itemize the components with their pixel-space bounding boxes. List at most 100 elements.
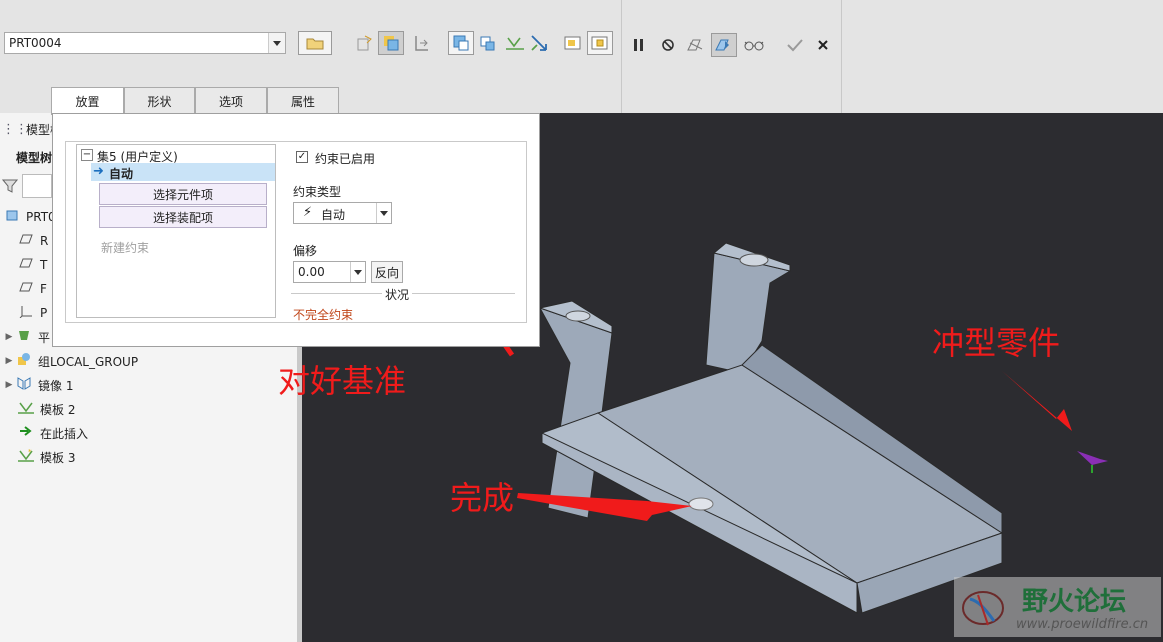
- confirm-button[interactable]: [782, 33, 808, 57]
- model-tree-subtitle: 模型树: [16, 150, 53, 165]
- glasses-button[interactable]: [741, 33, 767, 57]
- constraint-type-value: 自动: [321, 208, 346, 222]
- expand-icon[interactable]: ▶: [4, 332, 14, 342]
- tree-item-label: R: [40, 234, 49, 248]
- tree-item[interactable]: ▶ 组LOCAL_GROUP: [4, 350, 138, 372]
- pause-button[interactable]: [626, 33, 652, 57]
- watermark-logo: 野火论坛 www.proewildfire.cn: [954, 577, 1161, 637]
- tree-item[interactable]: ▶ 平: [4, 326, 50, 348]
- reverse-button[interactable]: 反向: [371, 261, 403, 283]
- offset-input[interactable]: 0.00: [293, 261, 366, 283]
- open-folder-icon: [306, 38, 324, 50]
- placement-button[interactable]: [352, 31, 378, 55]
- datum-plane-button[interactable]: [474, 31, 500, 55]
- preview-button[interactable]: [683, 33, 709, 57]
- chevron-down-icon[interactable]: [350, 262, 365, 282]
- constraint-auto-label: 自动: [109, 167, 134, 181]
- tree-item-label: 在此插入: [40, 426, 89, 441]
- watermark-url: www.proewildfire.cn: [1016, 617, 1149, 632]
- select-assembly-item[interactable]: 选择装配项: [99, 206, 267, 228]
- status-value: 不完全约束: [293, 308, 354, 322]
- arrow-to-punch-part: [1002, 371, 1072, 431]
- expand-icon[interactable]: ▶: [4, 356, 14, 366]
- constraint-enabled-label: 约束已启用: [315, 152, 376, 166]
- lightning-icon: ⚡: [303, 205, 313, 220]
- tree-item-label: 组LOCAL_GROUP: [38, 354, 139, 369]
- tree-item[interactable]: ▶ 镜像 1: [4, 374, 73, 396]
- verify-icon: [715, 39, 729, 51]
- window-button[interactable]: [560, 31, 586, 55]
- tree-item-insert-here[interactable]: 在此插入: [16, 422, 88, 444]
- constraint-type-label: 约束类型: [293, 185, 342, 199]
- tree-item-label: T: [40, 258, 48, 272]
- model-select-value: PRT0004: [9, 36, 62, 50]
- status-label: 状况: [382, 286, 413, 303]
- component-window-button[interactable]: [378, 31, 404, 55]
- frame-button[interactable]: [587, 31, 613, 55]
- arrow-drag-button[interactable]: [526, 31, 552, 55]
- expand-icon[interactable]: ▶: [4, 380, 14, 390]
- datum-plane-icon: [16, 233, 36, 249]
- offset-label: 偏移: [293, 244, 318, 258]
- chevron-down-icon[interactable]: [268, 33, 285, 53]
- new-constraint-link[interactable]: 新建约束: [101, 239, 149, 256]
- tree-item[interactable]: F: [16, 278, 47, 300]
- watermark-site-name: 野火论坛: [1022, 587, 1127, 617]
- annotation-align-datum: 对好基准: [278, 362, 407, 400]
- frame-icon: [591, 36, 608, 50]
- tree-item-label: 平: [38, 330, 51, 345]
- tab-properties[interactable]: 属性: [267, 87, 339, 114]
- offset-value: 0.00: [298, 265, 325, 279]
- tree-item[interactable]: P: [16, 302, 47, 324]
- constraint-list: − 集5 (用户定义) ➜ 自动 选择元件项 选择装配项 新建约束: [76, 144, 276, 318]
- tree-item[interactable]: R: [16, 230, 48, 252]
- datum-show-icon: [453, 35, 469, 51]
- sheetmetal-wall-icon: [14, 328, 34, 346]
- placement-panel: − 集5 (用户定义) ➜ 自动 选择元件项 选择装配项 新建约束 ✓ 约束已启…: [52, 113, 540, 347]
- flip-button[interactable]: [408, 31, 434, 55]
- check-icon: [787, 39, 803, 52]
- tab-placement[interactable]: 放置: [51, 87, 124, 115]
- flip-icon: [415, 36, 428, 51]
- constraint-type-select[interactable]: ⚡ 自动: [293, 202, 392, 224]
- tree-item[interactable]: 模板 2: [16, 398, 75, 420]
- cancel-button[interactable]: [810, 33, 836, 57]
- constraint-enabled-checkbox[interactable]: ✓: [296, 151, 308, 163]
- template-form-icon: [16, 400, 36, 418]
- tree-item[interactable]: T: [16, 254, 47, 276]
- constraint-auto-row[interactable]: ➜ 自动: [91, 163, 275, 181]
- annotation-punch-part: 冲型零件: [932, 324, 1061, 362]
- stop-button[interactable]: [655, 33, 681, 57]
- sheetmetal-icon: [506, 37, 524, 50]
- annotation-done: 完成: [450, 479, 515, 517]
- part-icon: [2, 208, 22, 226]
- open-folder-button[interactable]: [298, 31, 332, 55]
- preview-icon: [687, 39, 703, 51]
- datum-show-button[interactable]: [448, 31, 474, 55]
- tree-filter[interactable]: [2, 174, 52, 198]
- model-tree-subheader: 模型树: [16, 146, 52, 168]
- tab-options[interactable]: 选项: [195, 87, 267, 114]
- svg-text:*: *: [28, 448, 32, 456]
- collapse-icon[interactable]: −: [81, 149, 93, 161]
- tree-filter-input[interactable]: [22, 174, 52, 198]
- sheetmetal-button[interactable]: [502, 31, 528, 55]
- tree-item-label: 模板 3: [40, 450, 76, 465]
- filter-icon: [2, 179, 18, 193]
- chevron-down-icon[interactable]: [376, 203, 391, 223]
- tree-item-label: 模板 2: [40, 402, 76, 417]
- current-arrow-icon: ➜: [93, 164, 104, 179]
- pause-icon: [634, 39, 643, 51]
- model-select-combo[interactable]: PRT0004: [4, 32, 286, 54]
- tree-item-label: F: [40, 282, 47, 296]
- constraint-set-panel: − 集5 (用户定义) ➜ 自动 选择元件项 选择装配项 新建约束 ✓ 约束已启…: [65, 141, 527, 323]
- verify-button[interactable]: [711, 33, 737, 57]
- coordinate-system-icon: [16, 304, 36, 322]
- select-component-item[interactable]: 选择元件项: [99, 183, 267, 205]
- wildfire-logo-icon: [962, 591, 1004, 626]
- tree-item-label: P: [40, 306, 48, 320]
- tree-item[interactable]: * 模板 3: [16, 446, 75, 468]
- tab-shape[interactable]: 形状: [124, 87, 195, 114]
- close-icon: [818, 40, 828, 50]
- arrow-to-done: [517, 493, 692, 521]
